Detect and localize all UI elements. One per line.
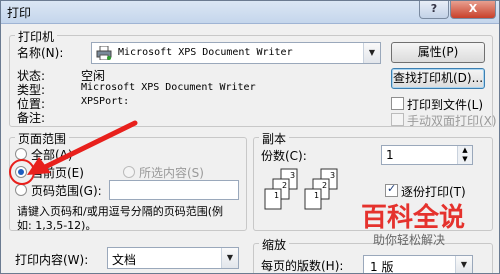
printer-icon <box>96 45 112 61</box>
svg-text:3: 3 <box>290 171 295 180</box>
window-title: 打印 <box>7 6 32 20</box>
spin-arrows-icon[interactable]: ▲ ▼ <box>457 146 472 164</box>
pages-per-sheet-label: 每页的版数(H): <box>261 259 344 273</box>
manual-duplex-label: 手动双面打印(X) <box>407 114 497 128</box>
printer-name-select[interactable]: Microsoft XPS Document Writer ▼ <box>91 42 381 64</box>
page-range-radio[interactable] <box>15 184 27 196</box>
printer-group-label: 打印机 <box>15 28 58 45</box>
copies-count-input[interactable]: 1 ▲ ▼ <box>381 145 473 165</box>
copies-count-label: 份数(C): <box>261 149 307 163</box>
check-mark-icon: ✓ <box>387 182 397 195</box>
svg-text:2: 2 <box>282 181 287 190</box>
where-value: XPSPort: <box>81 96 130 107</box>
red-arrow-icon <box>21 119 141 179</box>
manual-duplex-checkbox[interactable] <box>391 113 404 126</box>
print-what-value: 文档 <box>112 253 137 267</box>
zoom-group-label: 缩放 <box>259 236 290 253</box>
page-range-input[interactable] <box>109 180 239 200</box>
properties-button[interactable]: 属性(P) <box>391 42 485 63</box>
chevron-down-icon: ▼ <box>363 43 380 63</box>
svg-text:1: 1 <box>274 191 279 200</box>
page-range-label: 页码范围(G): <box>31 184 102 198</box>
svg-text:2: 2 <box>322 181 327 190</box>
svg-text:1: 1 <box>314 191 319 200</box>
print-to-file-label: 打印到文件(L) <box>407 98 484 112</box>
print-what-label: 打印内容(W): <box>15 253 89 267</box>
svg-text:3: 3 <box>330 171 335 180</box>
copies-count-value: 1 <box>386 148 394 162</box>
help-button[interactable]: ? <box>419 1 449 19</box>
chevron-down-icon: ▼ <box>221 248 238 268</box>
close-button[interactable]: X <box>450 1 496 19</box>
title-bar: 打印 ? X <box>1 1 499 24</box>
print-dialog: 打印 ? X 打印机 名称(N): Microsoft XPS Document… <box>0 0 500 274</box>
collate-checkbox[interactable]: ✓ <box>385 182 398 197</box>
print-to-file-checkbox[interactable] <box>391 97 404 110</box>
watermark-logo: 百科全说 助你轻松解决 <box>361 197 499 253</box>
printer-name-label: 名称(N): <box>17 46 64 60</box>
watermark-subtitle: 助你轻松解决 <box>373 233 446 247</box>
print-what-select[interactable]: 文档 ▼ <box>107 247 239 269</box>
page-range-hint-line2: 如: 1,3,5-12)。 <box>17 219 97 232</box>
copies-group-label: 副本 <box>259 130 290 147</box>
pages-per-sheet-value: 1 版 <box>370 260 394 274</box>
collate-pages-icon: 321 321 <box>263 167 373 221</box>
printer-name-value: Microsoft XPS Document Writer <box>118 47 293 58</box>
chevron-down-icon: ▼ <box>455 256 472 273</box>
type-value: Microsoft XPS Document Writer <box>81 82 256 93</box>
watermark-title: 百科全说 <box>361 203 466 233</box>
pages-per-sheet-select[interactable]: 1 版 ▼ <box>363 255 473 274</box>
find-printer-button[interactable]: 查找打印机(D)... <box>391 68 485 89</box>
selection-label: 所选内容(S) <box>139 166 204 180</box>
